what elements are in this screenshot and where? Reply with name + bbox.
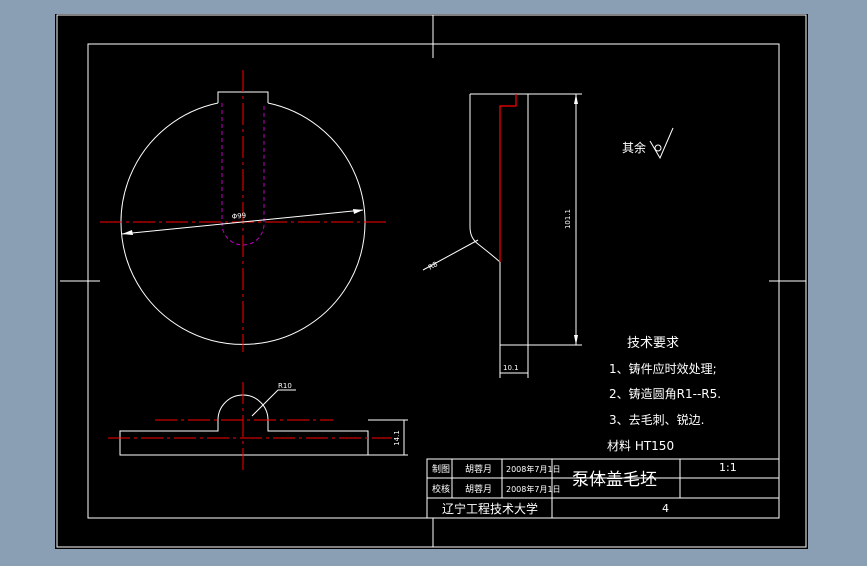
bottom-radius-label: R10 xyxy=(278,382,292,390)
bottom-height-label: 14.1 xyxy=(393,430,401,446)
draw-date: 2008年7月1日 xyxy=(506,464,561,474)
cad-viewport[interactable]: Φ99 101.1 R8 10.1 R10 14.1 其余 技术要求 1、铸件应… xyxy=(0,0,867,562)
draw-label: 制图 xyxy=(432,463,450,475)
surface-note: 其余 xyxy=(622,140,646,155)
tech-title: 技术要求 xyxy=(627,336,679,351)
material-note: 材料 HT150 xyxy=(607,439,674,453)
drawing-title: 泵体盖毛坯 xyxy=(572,470,657,490)
tech-item-2: 2、铸造圆角R1--R5. xyxy=(609,386,721,401)
draw-name: 胡蓉月 xyxy=(465,463,492,475)
school-name: 辽宁工程技术大学 xyxy=(442,501,538,516)
width-label: 10.1 xyxy=(503,364,519,372)
diameter-label: Φ99 xyxy=(231,212,246,221)
check-label: 校核 xyxy=(432,483,450,495)
drawing-number: 4 xyxy=(662,502,669,515)
drawing-canvas: Φ99 101.1 R8 10.1 R10 14.1 其余 技术要求 1、铸件应… xyxy=(55,14,808,549)
drawing-scale: 1:1 xyxy=(719,461,737,474)
tech-item-3: 3、去毛刺、锐边. xyxy=(609,413,704,427)
check-name: 胡蓉月 xyxy=(465,483,492,495)
tech-item-1: 1、铸件应时效处理; xyxy=(609,361,717,376)
check-date: 2008年7月1日 xyxy=(506,484,561,494)
height-label: 101.1 xyxy=(564,209,572,229)
